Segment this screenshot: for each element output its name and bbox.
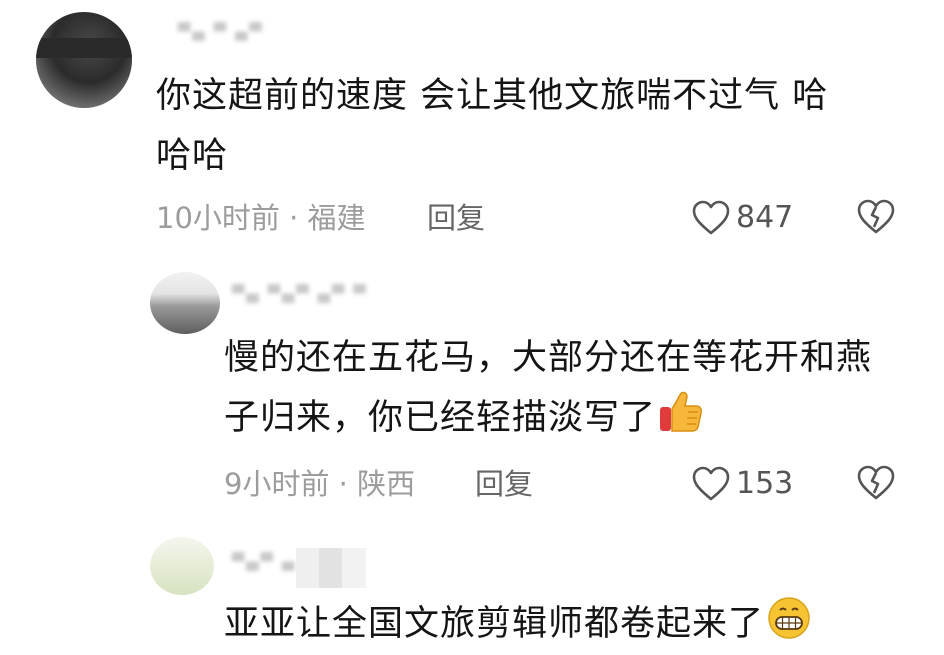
heart-icon <box>692 200 730 236</box>
comment-text: 亚亚让全国文旅剪辑师都卷起来了 <box>224 594 812 655</box>
thumbs-up-icon <box>658 389 704 454</box>
like-count: 153 <box>736 466 794 501</box>
comment-text-line: 慢的还在五花马，大部分还在等花开和燕 <box>224 338 873 378</box>
like-count: 847 <box>736 200 794 235</box>
avatar[interactable] <box>36 12 132 108</box>
heart-icon <box>692 466 730 502</box>
broken-heart-icon <box>857 465 895 501</box>
like-button[interactable]: 153 <box>692 464 793 504</box>
dislike-button[interactable] <box>857 199 895 235</box>
comment-list: ▀▄ ▀ ▄▀ 你这超前的速度 会让其他文旅喘不过气 哈 哈哈 10小时前 · … <box>0 0 944 655</box>
comment-text-line: 子归来，你已经轻描淡写了 <box>224 388 872 454</box>
avatar[interactable] <box>150 537 214 595</box>
grinning-face-icon <box>766 595 812 655</box>
dislike-button[interactable] <box>857 465 895 501</box>
broken-heart-icon <box>857 199 895 235</box>
avatar[interactable] <box>150 272 220 334</box>
comment-text-line: 亚亚让全国文旅剪辑师都卷起来了 <box>224 594 812 655</box>
username-mosaic <box>296 548 366 588</box>
reply-button[interactable]: 回复 <box>475 464 533 504</box>
comment-text: 你这超前的速度 会让其他文旅喘不过气 哈 哈哈 <box>156 66 828 186</box>
comment-text: 慢的还在五花马，大部分还在等花开和燕 子归来，你已经轻描淡写了 <box>224 328 872 454</box>
reply-button[interactable]: 回复 <box>427 198 485 238</box>
username-blurred[interactable]: ▀▄ ▀ ▄▀ <box>178 22 288 44</box>
comment-text-line: 哈哈 <box>156 136 229 176</box>
comment-text-line: 你这超前的速度 会让其他文旅喘不过气 哈 <box>156 76 829 116</box>
like-button[interactable]: 847 <box>692 198 793 238</box>
username-blurred[interactable]: ▀▄ ▀▄▀ ▄▀ ▀ <box>232 284 412 306</box>
comment-meta: 10小时前 · 福建 <box>156 201 366 235</box>
comment-meta: 9小时前 · 陕西 <box>224 467 416 501</box>
